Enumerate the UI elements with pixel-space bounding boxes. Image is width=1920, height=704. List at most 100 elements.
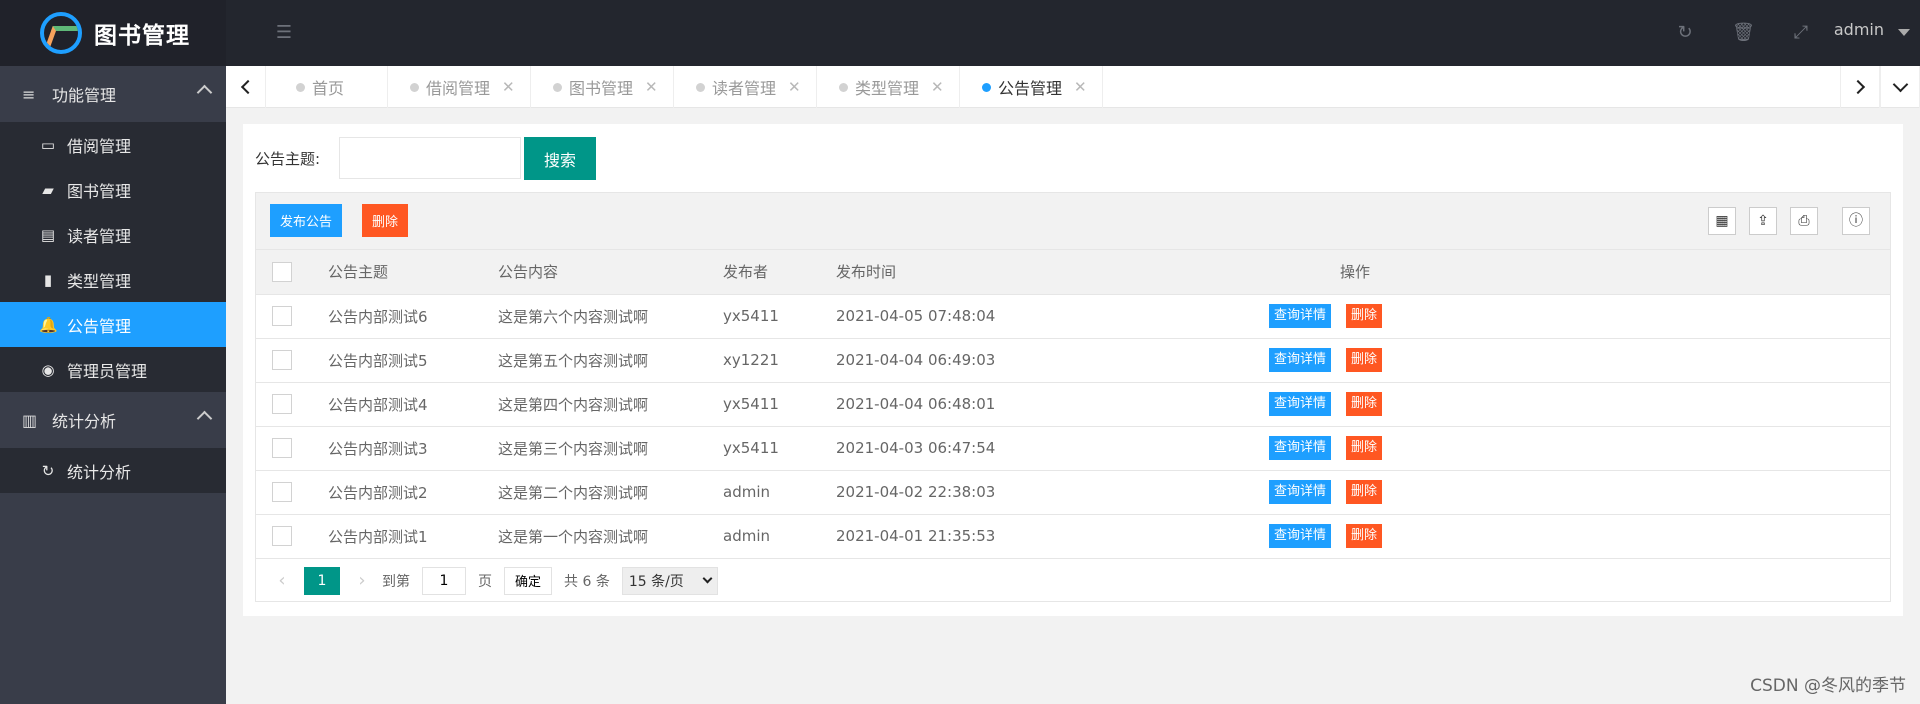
user-icon: ◉ — [41, 360, 55, 379]
publish-notice-button[interactable]: 发布公告 — [270, 204, 343, 237]
tab-notices[interactable]: 公告管理 ✕ — [960, 66, 1103, 108]
tab-menu[interactable] — [1880, 66, 1920, 108]
tab-dot — [696, 82, 705, 92]
close-icon[interactable]: ✕ — [1074, 78, 1087, 96]
tab-label: 首页 — [312, 79, 345, 98]
row-checkbox[interactable] — [272, 394, 292, 414]
tab-borrow[interactable]: 借阅管理 ✕ — [388, 66, 531, 108]
detail-button[interactable]: 查询详情 — [1269, 304, 1332, 328]
sidebar-item-books[interactable]: ▰ 图书管理 — [0, 167, 226, 212]
tab-scroll-left[interactable] — [226, 66, 266, 108]
page-size-value: 15 条/页 — [628, 573, 684, 590]
cell-time: 2021-04-03 06:47:54 — [820, 426, 1250, 471]
tab-readers[interactable]: 读者管理 ✕ — [674, 66, 817, 108]
bar-chart-icon: ▥ — [22, 410, 38, 430]
cell-time: 2021-04-02 22:38:03 — [820, 470, 1250, 515]
refresh-icon[interactable]: ↻ — [1674, 22, 1696, 44]
row-checkbox[interactable] — [272, 526, 292, 546]
row-delete-button[interactable]: 删除 — [1346, 304, 1383, 328]
export-icon[interactable]: ⇪ — [1749, 207, 1777, 235]
detail-button[interactable]: 查询详情 — [1269, 392, 1332, 416]
columns-icon[interactable]: ▦ — [1708, 207, 1736, 235]
tab-label: 公告管理 — [998, 79, 1063, 98]
table-header-row: 公告主题 公告内容 发布者 发布时间 操作 — [256, 250, 1890, 295]
search-button[interactable]: 搜索 — [524, 137, 596, 180]
tab-label: 图书管理 — [569, 79, 634, 98]
delete-button[interactable]: 删除 — [362, 204, 409, 237]
goto-confirm-button[interactable]: 确定 — [504, 566, 553, 595]
sidebar-item-label: 类型管理 — [67, 271, 132, 291]
chevron-left-icon — [240, 79, 255, 95]
sidebar-group-function[interactable]: ≡ 功能管理 — [0, 66, 226, 122]
chevron-down-icon[interactable] — [1898, 29, 1910, 36]
cell-title: 公告内部测试4 — [312, 382, 482, 427]
cell-publisher: yx5411 — [707, 294, 820, 339]
row-delete-button[interactable]: 删除 — [1346, 436, 1383, 460]
tab-dot — [839, 82, 848, 92]
tab-books[interactable]: 图书管理 ✕ — [531, 66, 674, 108]
row-checkbox[interactable] — [272, 306, 292, 326]
cell-publisher: xy1221 — [707, 338, 820, 383]
sidebar-group-stats[interactable]: ▥ 统计分析 — [0, 392, 226, 448]
tab-bar: 首页 借阅管理 ✕ 图书管理 ✕ 读者管理 ✕ 类型管理 ✕ 公告管理 ✕ — [226, 66, 1920, 108]
sidebar-item-stats[interactable]: ↻ 统计分析 — [0, 448, 226, 493]
col-actions-header: 操作 — [1250, 250, 1890, 295]
tab-dot — [982, 82, 991, 92]
page-size-select[interactable]: 15 条/页 — [621, 566, 718, 595]
info-icon[interactable]: ⓘ — [1842, 207, 1870, 235]
cell-publisher: admin — [707, 514, 820, 559]
pagination: ‹ 1 › 到第 页 确定 共 6 条 15 条/页 — [256, 559, 1890, 603]
window-icon: ▭ — [40, 135, 56, 154]
col-publisher-header: 发布者 — [707, 250, 820, 295]
goto-page-input[interactable] — [422, 566, 466, 595]
row-checkbox[interactable] — [272, 350, 292, 370]
detail-button[interactable]: 查询详情 — [1269, 480, 1332, 504]
detail-button[interactable]: 查询详情 — [1269, 524, 1332, 548]
logo[interactable]: 图书管理 — [0, 0, 226, 66]
cell-content: 这是第三个内容测试啊 — [482, 426, 707, 471]
table-row: 公告内部测试5 这是第五个内容测试啊 xy1221 2021-04-04 06:… — [256, 338, 1890, 383]
close-icon[interactable]: ✕ — [788, 78, 801, 96]
close-icon[interactable]: ✕ — [931, 78, 944, 96]
sidebar-item-types[interactable]: ▮ 类型管理 — [0, 257, 226, 302]
print-icon[interactable]: ⎙ — [1790, 207, 1818, 235]
current-page[interactable]: 1 — [304, 566, 340, 595]
cell-publisher: admin — [707, 470, 820, 515]
sidebar-item-notices[interactable]: 🔔 公告管理 — [0, 302, 226, 347]
prev-page-icon[interactable]: ‹ — [268, 570, 296, 591]
notice-table: 发布公告 删除 ▦ ⇪ ⎙ ⓘ 公告主题 公告内容 发布者 发布时间 操作 公告… — [255, 192, 1891, 602]
sidebar-group-label: 功能管理 — [52, 86, 117, 105]
watermark: CSDN @冬风的季节 — [1750, 676, 1906, 696]
sidebar-item-readers[interactable]: ▤ 读者管理 — [0, 212, 226, 257]
tab-label: 读者管理 — [712, 79, 777, 98]
select-all-checkbox[interactable] — [272, 261, 292, 282]
detail-button[interactable]: 查询详情 — [1269, 436, 1332, 460]
search-input[interactable] — [339, 137, 521, 179]
row-checkbox[interactable] — [272, 482, 292, 502]
row-delete-button[interactable]: 删除 — [1346, 392, 1383, 416]
sidebar-item-admins[interactable]: ◉ 管理员管理 — [0, 347, 226, 392]
tab-list: 首页 借阅管理 ✕ 图书管理 ✕ 读者管理 ✕ 类型管理 ✕ 公告管理 ✕ — [266, 66, 1103, 108]
detail-button[interactable]: 查询详情 — [1269, 348, 1332, 372]
menu-fold-icon[interactable]: ☰ — [273, 22, 295, 44]
close-icon[interactable]: ✕ — [502, 78, 515, 96]
row-delete-button[interactable]: 删除 — [1346, 480, 1383, 504]
row-delete-button[interactable]: 删除 — [1346, 524, 1383, 548]
row-checkbox[interactable] — [272, 438, 292, 458]
user-menu[interactable]: admin — [1834, 20, 1884, 39]
sidebar-item-label: 管理员管理 — [67, 361, 148, 381]
chevron-down-icon — [1892, 76, 1908, 92]
tab-types[interactable]: 类型管理 ✕ — [817, 66, 960, 108]
submenu-stats: ↻ 统计分析 — [0, 448, 226, 493]
trash-icon[interactable]: 🗑 — [1732, 22, 1755, 44]
cell-title: 公告内部测试5 — [312, 338, 482, 383]
tab-dot — [553, 82, 562, 92]
fullscreen-icon[interactable]: ⤢ — [1790, 22, 1812, 44]
row-delete-button[interactable]: 删除 — [1346, 348, 1383, 372]
close-icon[interactable]: ✕ — [645, 78, 658, 96]
tab-home[interactable]: 首页 — [266, 66, 388, 108]
tab-scroll-right[interactable] — [1840, 66, 1880, 108]
cell-publisher: yx5411 — [707, 382, 820, 427]
next-page-icon[interactable]: › — [348, 570, 376, 591]
sidebar-item-borrow[interactable]: ▭ 借阅管理 — [0, 122, 226, 167]
